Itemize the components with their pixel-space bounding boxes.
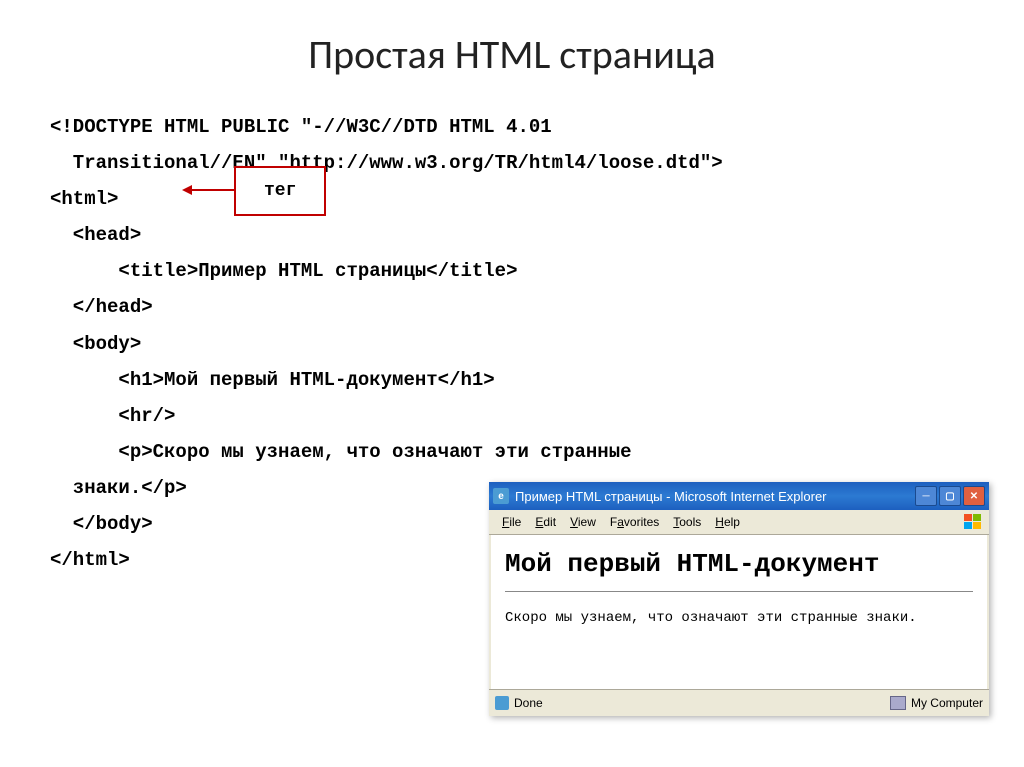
maximize-button[interactable]: ▢ xyxy=(939,486,961,506)
code-line: Transitional//EN" "http://www.w3.org/TR/… xyxy=(50,145,974,181)
status-left: Done xyxy=(495,696,543,710)
window-controls: ─ ▢ ✕ xyxy=(915,486,985,506)
menu-tools[interactable]: Tools xyxy=(666,514,708,530)
browser-viewport: Мой первый HTML-документ Скоро мы узнаем… xyxy=(489,535,989,689)
page-paragraph: Скоро мы узнаем, что означают эти странн… xyxy=(505,610,973,626)
ie-icon: e xyxy=(493,488,509,504)
browser-titlebar: e Пример HTML страницы - Microsoft Inter… xyxy=(489,482,989,510)
status-done-text: Done xyxy=(514,696,543,710)
callout-label: тег xyxy=(234,166,326,216)
menu-file[interactable]: File xyxy=(495,514,528,530)
page-divider xyxy=(505,591,973,592)
done-icon xyxy=(495,696,509,710)
code-line: </head> xyxy=(50,289,974,325)
window-title: Пример HTML страницы - Microsoft Interne… xyxy=(515,489,915,504)
menu-view[interactable]: View xyxy=(563,514,603,530)
slide-title: Простая HTML страница xyxy=(50,30,974,79)
browser-menubar: File Edit View Favorites Tools Help xyxy=(489,510,989,535)
code-line: <title>Пример HTML страницы</title> xyxy=(50,253,974,289)
menu-edit[interactable]: Edit xyxy=(528,514,563,530)
code-line: <!DOCTYPE HTML PUBLIC "-//W3C//DTD HTML … xyxy=(50,109,974,145)
my-computer-icon xyxy=(890,696,906,710)
menu-help[interactable]: Help xyxy=(708,514,747,530)
code-line: <head> xyxy=(50,217,974,253)
minimize-button[interactable]: ─ xyxy=(915,486,937,506)
tag-callout: тег xyxy=(234,166,326,216)
windows-logo-icon xyxy=(963,513,983,531)
menu-favorites[interactable]: Favorites xyxy=(603,514,666,530)
code-line: <hr/> xyxy=(50,398,974,434)
code-line: <h1>Мой первый HTML-документ</h1> xyxy=(50,362,974,398)
close-button[interactable]: ✕ xyxy=(963,486,985,506)
browser-preview-window: e Пример HTML страницы - Microsoft Inter… xyxy=(489,482,989,716)
callout-arrow-icon xyxy=(182,180,237,200)
page-heading: Мой первый HTML-документ xyxy=(505,549,973,579)
status-location-text: My Computer xyxy=(911,696,983,710)
code-line: <p>Скоро мы узнаем, что означают эти стр… xyxy=(50,434,974,470)
browser-statusbar: Done My Computer xyxy=(489,689,989,716)
code-line: <body> xyxy=(50,326,974,362)
status-right: My Computer xyxy=(890,696,983,710)
